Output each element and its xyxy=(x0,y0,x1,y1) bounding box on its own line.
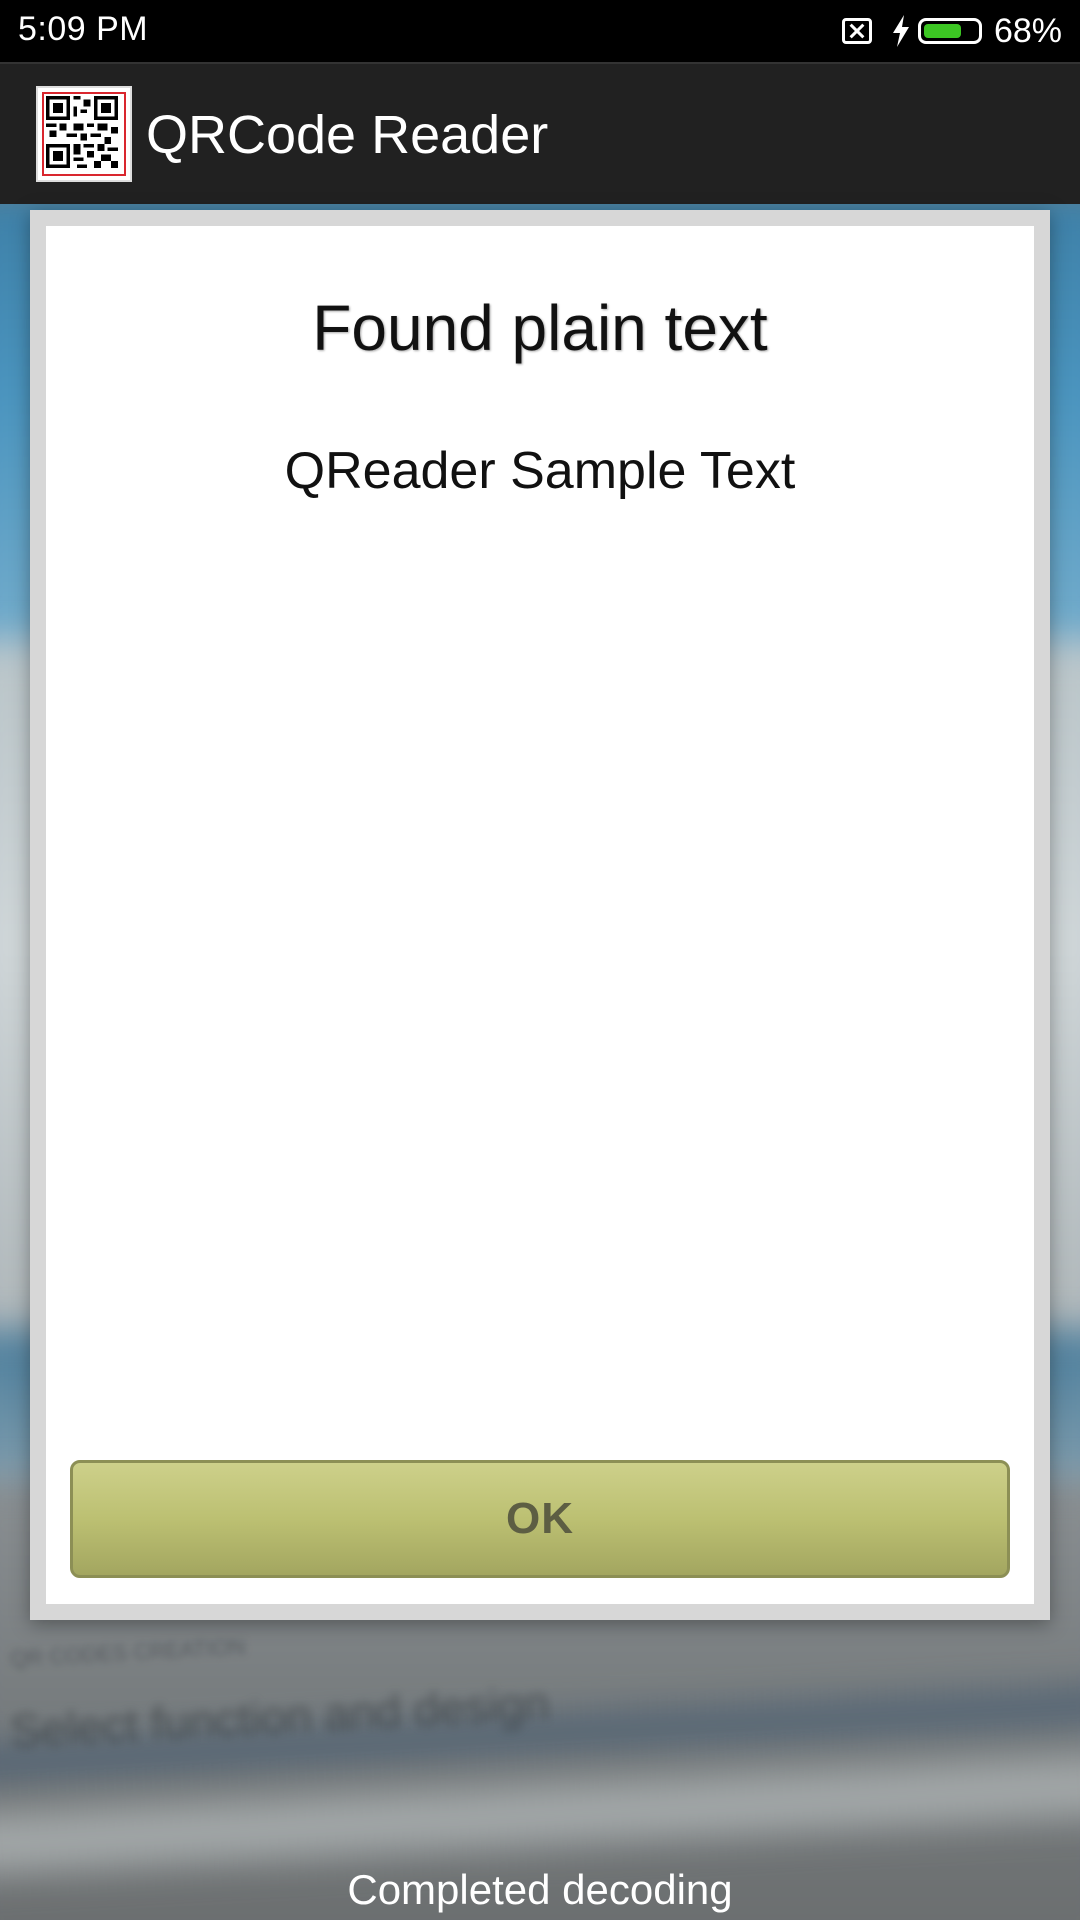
app-title: QRCode Reader xyxy=(146,105,549,165)
battery-icon xyxy=(917,18,982,44)
battery-fill xyxy=(923,24,962,38)
dialog-title: Found plain text xyxy=(312,292,768,364)
charging-bolt-icon xyxy=(892,15,909,47)
qr-code-icon xyxy=(36,86,132,182)
app-bar: QRCode Reader xyxy=(0,62,1080,204)
decoded-text[interactable]: QReader Sample Text xyxy=(46,441,1034,501)
battery-percent: 68% xyxy=(993,11,1062,50)
decode-status-text: Completed decoding xyxy=(347,1866,733,1913)
ok-button-label: OK xyxy=(506,1494,574,1543)
status-time: 5:09 PM xyxy=(18,10,149,48)
sim-blocked-icon xyxy=(841,18,872,44)
status-bar: 5:09 PM 68% xyxy=(0,0,1080,62)
screen: QR CODES CREATION Select function and de… xyxy=(0,0,1080,1920)
result-dialog: Found plain text QReader Sample Text OK xyxy=(46,226,1034,1604)
ok-button[interactable]: OK xyxy=(70,1460,1010,1578)
result-dialog-frame: Found plain text QReader Sample Text OK xyxy=(30,210,1050,1620)
